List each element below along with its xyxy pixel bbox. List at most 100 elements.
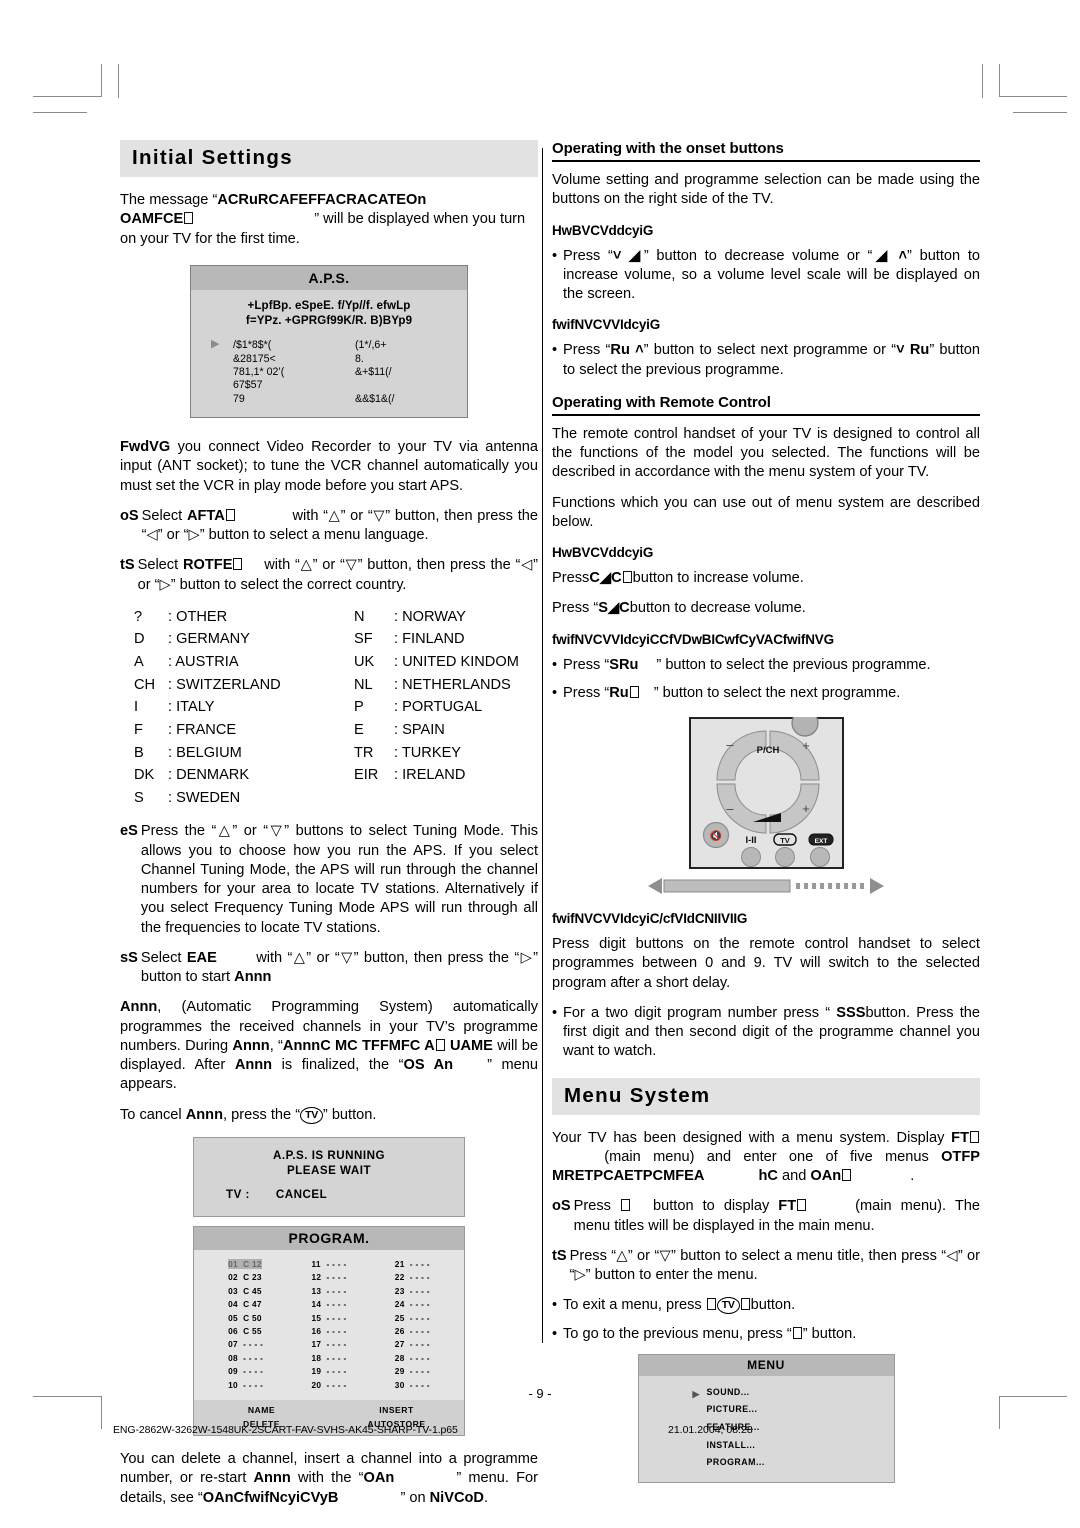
closing-paragraph: You can delete a channel, insert a chann… (120, 1451, 539, 1506)
svg-text:+: + (802, 801, 810, 816)
crop-mark-tr-h (999, 96, 1067, 97)
intro-garbled-2: OAMFCE (120, 211, 184, 228)
step-label: tS (120, 557, 135, 574)
aps-osd-row-left: &28175< (233, 352, 276, 365)
menu-item-install: INSTALL... (706, 1439, 756, 1450)
country-name: : NORWAY (394, 608, 466, 625)
country-name: : FINLAND (394, 631, 465, 648)
onset-programme-heading: fwifNVCVVIdcyiG (552, 317, 661, 333)
prog-up-glyph: Ru ˄ (610, 342, 644, 359)
aps-token: Annn (185, 1106, 224, 1123)
crop-mark-tr-v (999, 64, 1000, 97)
program-row: 02 C 23 (228, 1272, 262, 1283)
aps-osd-line2: f=YPz. +GPRGf99K/R. B)BYp9 (245, 313, 413, 327)
aps-token: Annn (120, 999, 158, 1016)
tv-key-icon: TV (300, 1106, 323, 1124)
program-row: 28- - - - (394, 1352, 430, 1363)
svg-text:–: – (726, 737, 734, 752)
program-row: 29- - - - (394, 1366, 430, 1377)
section-heading-menu-system: Menu System (552, 1077, 980, 1115)
country-code: UK (354, 654, 375, 671)
aps-osd-row-right: &+$11(/ (355, 366, 392, 379)
intro-garbled-1: ACRuRCAFEFFACRACATEOn (217, 192, 427, 208)
remote-control-diagram: P/CH – + – + 🔇 I-II TV EXT (688, 717, 844, 869)
next-prog-glyph: Ru (609, 684, 629, 701)
aps-token: OS An (403, 1057, 454, 1074)
cancel-aps-line: To cancel Annn, press the “TV” button. (120, 1106, 377, 1124)
program-row: 23- - - - (394, 1285, 430, 1296)
volume-up-glyph: ◢ ˄ (872, 247, 908, 264)
menu-token: FT (951, 1129, 969, 1146)
placeholder-box-icon (435, 1038, 445, 1051)
country-code: B (134, 744, 144, 761)
program-row: 08- - - - (228, 1352, 264, 1363)
aps-osd-body: +LpfBp. eSpeE. f/Yp//f. efwLp f=YPz. +GP… (191, 290, 467, 417)
remote-paragraph-1: The remote control handset of your TV is… (552, 425, 980, 481)
program-footer-insert: INSERT (379, 1405, 414, 1416)
menu-token: hC (758, 1168, 778, 1184)
aps-osd-line1: +LpfBp. eSpeE. f/Yp//f. efwLp (247, 298, 411, 312)
step-bold-token: EAE (186, 949, 217, 966)
program-row: 19- - - - (311, 1366, 347, 1377)
country-code: CH (134, 676, 156, 693)
step-text: Select ROTFE with “△” or “▽” button, the… (137, 557, 538, 593)
program-row: 04 C 47 (228, 1299, 262, 1310)
placeholder-box-icon (233, 558, 243, 571)
placeholder-box-icon (629, 685, 639, 698)
aps-description-paragraph: Annn, (Automatic Programming System) aut… (120, 999, 538, 1093)
step-bold-token: AFTA (186, 507, 225, 524)
country-code: SF (354, 631, 373, 648)
aps-running-cancel-row: TV : CANCEL (226, 1188, 464, 1201)
menu-item-program: PROGRAM... (706, 1457, 765, 1468)
program-row: 03 C 45 (228, 1285, 262, 1296)
remote-next-programme-bullet: • Press “Ru” button to select the next p… (552, 684, 980, 703)
aps-running-line1: A.P.S. IS RUNNING (272, 1148, 385, 1162)
placeholder-box-icon (740, 1298, 750, 1311)
program-row: 11- - - - (311, 1258, 347, 1269)
onset-programme-bullet: • Press “Ru ˄” button to select next pro… (552, 341, 980, 380)
svg-text:P/CH: P/CH (756, 745, 779, 756)
left-column: Initial Settings The message “ACRuRCAFEF… (120, 140, 538, 1519)
aps-osd-row-right: 8. (355, 352, 364, 365)
bullet-dot-icon: • (552, 1297, 558, 1314)
aps-token: Annn (234, 1057, 273, 1074)
menu-osd-illustration: MENU ▶ SOUND... PICTURE... FEATURE... INS… (637, 1353, 895, 1483)
program-osd-body: 01 C 12 02 C 23 03 C 45 04 C 47 05 C 50 06 C 5… (194, 1249, 464, 1401)
onset-intro: Volume setting and programme selection c… (552, 172, 980, 208)
step-text: Press the “△” or “▽” buttons to select T… (140, 823, 538, 936)
crop-mark-tl-h (33, 96, 101, 97)
program-column-2: 11- - - - 12- - - - 13- - - - 14- - - - … (311, 1258, 346, 1392)
step-text: Select EAE with “△” or “▽” button, then … (140, 949, 538, 986)
heading-rule (552, 413, 980, 416)
onset-volume-heading: HwBVCVddcyiG (552, 222, 654, 238)
menu-step-2: tS Press “△” or “▽” button to select a m… (552, 1247, 980, 1286)
bullet-dot-icon: • (552, 1325, 558, 1342)
right-column: Operating with the onset buttons Volume … (552, 140, 980, 1483)
program-row: 13- - - - (311, 1285, 347, 1296)
program-column-1: 01 C 12 02 C 23 03 C 45 04 C 47 05 C 50 06 C 5… (228, 1258, 263, 1392)
menu-system-intro: Your TV has been designed with a menu sy… (552, 1129, 980, 1185)
program-row: 22- - - - (394, 1272, 430, 1283)
crop-mark-tl-v2 (118, 64, 119, 98)
country-code: DK (134, 767, 155, 784)
program-row: 26- - - - (394, 1326, 430, 1337)
country-name: : PORTUGAL (394, 699, 483, 716)
program-row: 14- - - - (311, 1299, 347, 1310)
vcr-note-bold: FwdVG (120, 439, 171, 456)
prev-prog-glyph: SRu (609, 656, 639, 673)
remote-volume-up-line: PressC◢C button to increase volume. (552, 570, 804, 586)
country-name: : GERMANY (168, 631, 250, 648)
placeholder-box-icon (970, 1130, 979, 1143)
menu-token: OAn (810, 1168, 842, 1184)
program-footer-name: NAME (247, 1405, 276, 1416)
two-digit-bullet: • For a two digit program number press “… (552, 1004, 980, 1062)
aps-osd-row-right: &&$1&(/ (355, 392, 395, 405)
country-name: : UNITED KINDOM (394, 654, 519, 671)
step-select-language: oS Select AFTA with “△” or “▽” button, t… (120, 507, 538, 546)
remote-volume-down-line: Press “S◢Cbutton to decrease volume. (552, 600, 806, 617)
step-bold-token: Annn (234, 969, 272, 986)
svg-text:I-II: I-II (745, 835, 756, 846)
menu-step-1: oS Press button to display FT (main menu)… (552, 1197, 980, 1236)
program-row: 24- - - - (394, 1299, 430, 1310)
country-name: : BELGIUM (168, 744, 242, 761)
